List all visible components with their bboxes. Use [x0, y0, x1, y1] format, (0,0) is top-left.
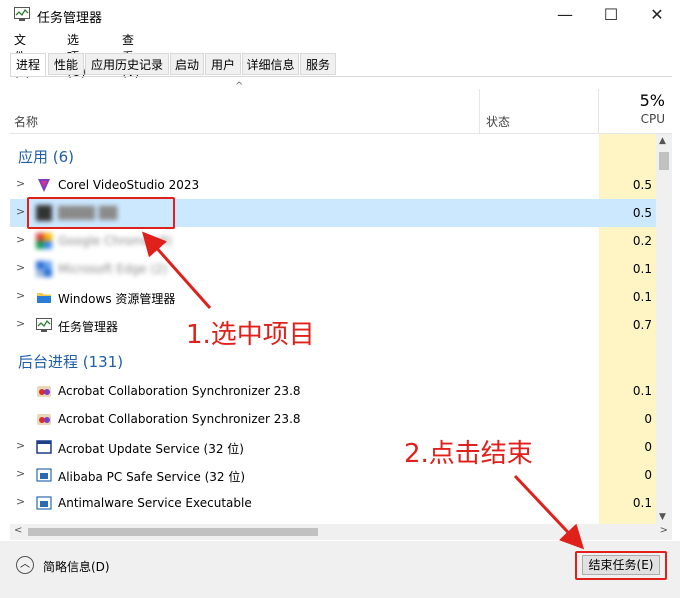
column-name[interactable]: 名称 — [14, 113, 38, 130]
process-row[interactable]: > Google Chrome (8) 0.2 — [10, 227, 656, 255]
process-cpu: 0.1 — [632, 290, 652, 304]
sort-arrow-icon[interactable]: ^ — [235, 81, 243, 92]
process-cpu: 0 — [644, 440, 652, 454]
expand-chevron-icon[interactable]: > — [16, 289, 25, 302]
highlight-box-selected-row — [27, 197, 175, 229]
process-cpu: 0.1 — [632, 384, 652, 398]
close-button[interactable]: ✕ — [634, 0, 680, 30]
tab-app-history[interactable]: 应用历史记录 — [85, 53, 169, 75]
tab-details[interactable]: 详细信息 — [242, 53, 299, 75]
process-name: Microsoft Edge (2) — [58, 262, 168, 276]
process-name: Alibaba PC Safe Service (32 位) — [58, 470, 246, 484]
horizontal-scrollbar[interactable]: < > — [10, 524, 672, 540]
task-manager-icon — [36, 318, 52, 332]
column-divider[interactable] — [479, 89, 480, 133]
maximize-button[interactable]: ☐ — [588, 0, 634, 30]
tab-performance[interactable]: 性能 — [48, 53, 84, 75]
process-cpu: 0 — [644, 412, 652, 426]
edge-icon — [36, 261, 52, 277]
process-row[interactable]: > Alibaba PC Safe Service (32 位) 0 — [10, 461, 656, 489]
acrobat-icon — [37, 414, 51, 425]
process-name: Corel VideoStudio 2023 — [58, 178, 200, 192]
column-header: ^ 名称 状态 5% CPU — [10, 77, 672, 134]
column-status[interactable]: 状态 — [486, 113, 510, 130]
process-cpu: 0.1 — [632, 496, 652, 510]
column-cpu[interactable]: CPU — [641, 112, 665, 126]
process-row[interactable]: > Acrobat Update Service (32 位) 0 — [10, 433, 656, 461]
process-list: 应用 (6) > Corel VideoStudio 2023 0.5 > ██… — [10, 134, 656, 524]
scroll-down-icon[interactable]: ▼ — [659, 512, 666, 522]
chrome-icon — [36, 233, 52, 249]
process-cpu: 0.5 — [632, 178, 652, 192]
process-row[interactable]: > Windows 资源管理器 0.1 — [10, 283, 656, 311]
expand-chevron-icon[interactable]: > — [16, 439, 25, 452]
collapse-chevron-icon[interactable]: ︿ — [16, 556, 34, 574]
minimize-button[interactable]: — — [542, 0, 588, 30]
window-title: 任务管理器 — [37, 11, 103, 26]
scroll-up-icon[interactable]: ▲ — [659, 136, 666, 146]
highlight-box-end-task — [575, 551, 667, 580]
process-name: Acrobat Update Service (32 位) — [58, 442, 244, 456]
group-header-background: 后台进程 (131) — [18, 353, 124, 371]
annotation-step1: 1.选中项目 — [186, 320, 315, 350]
scroll-left-icon[interactable]: < — [14, 525, 22, 536]
process-row[interactable]: > Antimalware Service Executable 0.1 — [10, 489, 656, 517]
process-name: Windows 资源管理器 — [58, 292, 176, 306]
process-row[interactable]: Acrobat Collaboration Synchronizer 23.8 … — [10, 377, 656, 405]
task-manager-icon — [14, 7, 30, 21]
process-cpu: 0.7 — [632, 318, 652, 332]
scroll-thumb[interactable] — [28, 528, 318, 536]
acrobat-icon — [37, 386, 51, 397]
group-header-apps: 应用 (6) — [18, 148, 75, 166]
process-name: Acrobat Collaboration Synchronizer 23.8 — [58, 384, 301, 398]
title-bar: 任务管理器 — ☐ ✕ — [0, 0, 680, 30]
expand-chevron-icon[interactable]: > — [16, 261, 25, 274]
folder-icon — [37, 293, 51, 303]
service-icon — [36, 468, 52, 482]
service-icon — [36, 496, 52, 510]
expand-chevron-icon[interactable]: > — [16, 317, 25, 330]
tab-processes[interactable]: 进程 — [10, 53, 46, 77]
tab-users[interactable]: 用户 — [205, 53, 241, 75]
expand-chevron-icon[interactable]: > — [16, 233, 25, 246]
process-row[interactable]: > Corel VideoStudio 2023 0.5 — [10, 171, 656, 199]
process-name: 任务管理器 — [58, 320, 119, 334]
process-cpu: 0.1 — [632, 262, 652, 276]
vertical-scrollbar[interactable]: ▲ ▼ — [656, 134, 672, 524]
expand-chevron-icon[interactable]: > — [16, 495, 25, 508]
process-row[interactable]: > Microsoft Edge (2) 0.1 — [10, 255, 656, 283]
process-cpu: 0.2 — [632, 234, 652, 248]
tab-services[interactable]: 服务 — [300, 53, 336, 75]
process-name: Antimalware Service Executable — [58, 496, 252, 510]
process-name: Acrobat Collaboration Synchronizer 23.8 — [58, 412, 301, 426]
service-icon — [36, 440, 52, 454]
annotation-step2: 2.点击结束 — [404, 439, 533, 469]
expand-chevron-icon[interactable]: > — [16, 177, 25, 190]
column-divider[interactable] — [598, 89, 599, 133]
scroll-right-icon[interactable]: > — [660, 525, 668, 536]
cpu-total-percent[interactable]: 5% — [640, 91, 665, 110]
process-cpu: 0 — [644, 468, 652, 482]
process-row[interactable]: > 任务管理器 0.7 — [10, 311, 656, 339]
process-cpu: 0.5 — [632, 206, 652, 220]
tab-startup[interactable]: 启动 — [170, 53, 204, 75]
scroll-thumb[interactable] — [659, 152, 669, 170]
brief-info-link[interactable]: 简略信息(D) — [43, 558, 110, 575]
expand-chevron-icon[interactable]: > — [16, 205, 25, 218]
corel-icon — [38, 179, 50, 192]
process-row[interactable]: Acrobat Collaboration Synchronizer 23.8 … — [10, 405, 656, 433]
process-name: Google Chrome (8) — [58, 234, 173, 248]
expand-chevron-icon[interactable]: > — [16, 467, 25, 480]
